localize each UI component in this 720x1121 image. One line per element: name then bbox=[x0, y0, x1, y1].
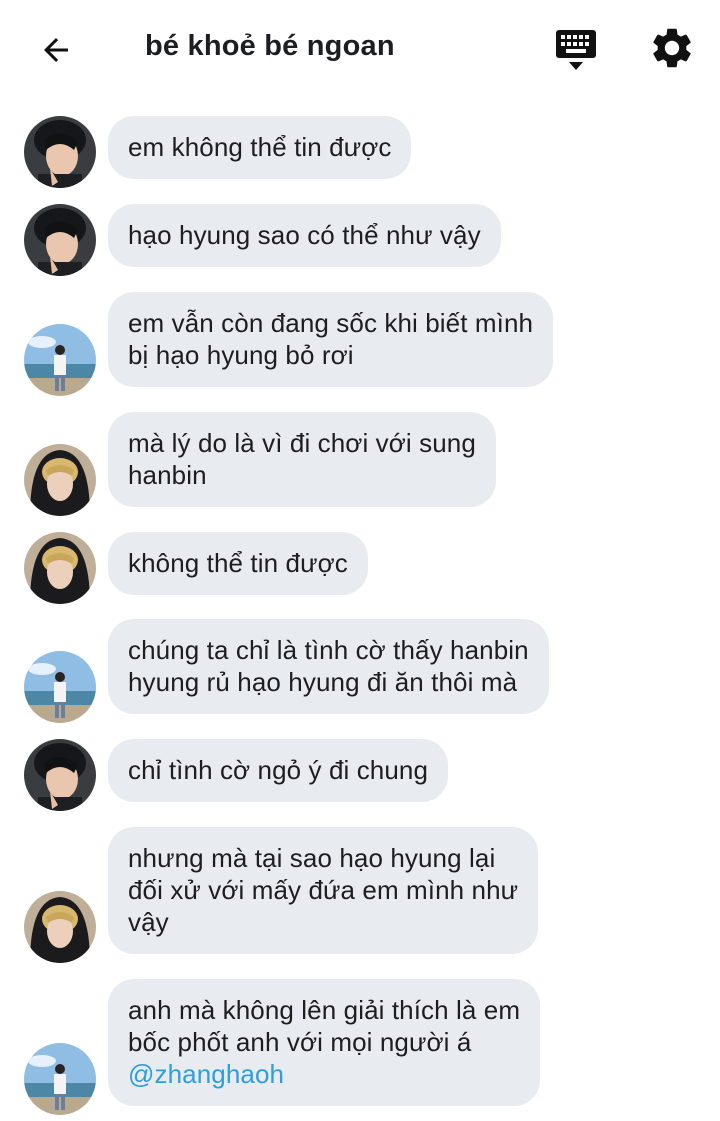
message-text: em không thể tin được bbox=[128, 132, 392, 162]
message-bubble: chúng ta chỉ là tình cờ thấy hanbin hyun… bbox=[108, 619, 549, 714]
message-bubble: không thể tin được bbox=[108, 532, 368, 595]
avatar-beach-photo[interactable] bbox=[24, 651, 96, 723]
message-bubble: mà lý do là vì đi chơi với sung hanbin bbox=[108, 412, 496, 507]
avatar-blonde-hoodie[interactable] bbox=[24, 444, 96, 516]
avatar-blonde-hoodie[interactable] bbox=[24, 532, 96, 604]
avatar-beach-photo[interactable] bbox=[24, 324, 96, 396]
message-bubble: anh mà không lên giải thích là em bốc ph… bbox=[108, 979, 541, 1106]
message-text: anh mà không lên giải thích là em bốc ph… bbox=[128, 995, 521, 1057]
message-text: chỉ tình cờ ngỏ ý đi chung bbox=[128, 755, 429, 785]
message-bubble: chỉ tình cờ ngỏ ý đi chung bbox=[108, 739, 449, 802]
avatar-dark-hair-selfie[interactable] bbox=[24, 116, 96, 188]
avatar-beach-photo[interactable] bbox=[24, 1043, 96, 1115]
avatar-dark-hair-selfie[interactable] bbox=[24, 739, 96, 811]
message-bubble: nhưng mà tại sao hạo hyung lại đối xử vớ… bbox=[108, 827, 539, 954]
avatar-dark-hair-selfie[interactable] bbox=[24, 204, 96, 276]
message-thread: em không thể tin được hạo hyung sao có t… bbox=[0, 0, 720, 1121]
message-text: hạo hyung sao có thể như vậy bbox=[128, 220, 481, 250]
message-text: chúng ta chỉ là tình cờ thấy hanbin hyun… bbox=[128, 635, 529, 697]
message-text: nhưng mà tại sao hạo hyung lại đối xử vớ… bbox=[128, 843, 519, 937]
message-text: mà lý do là vì đi chơi với sung hanbin bbox=[128, 428, 476, 490]
message-text: không thể tin được bbox=[128, 548, 348, 578]
message-bubble: em không thể tin được bbox=[108, 116, 412, 179]
message-bubble: em vẫn còn đang sốc khi biết mình bị hạo… bbox=[108, 292, 554, 387]
message-bubble: hạo hyung sao có thể như vậy bbox=[108, 204, 501, 267]
message-text: em vẫn còn đang sốc khi biết mình bị hạo… bbox=[128, 308, 534, 370]
avatar-blonde-hoodie[interactable] bbox=[24, 891, 96, 963]
mention-link[interactable]: @zhanghaoh bbox=[128, 1059, 284, 1089]
